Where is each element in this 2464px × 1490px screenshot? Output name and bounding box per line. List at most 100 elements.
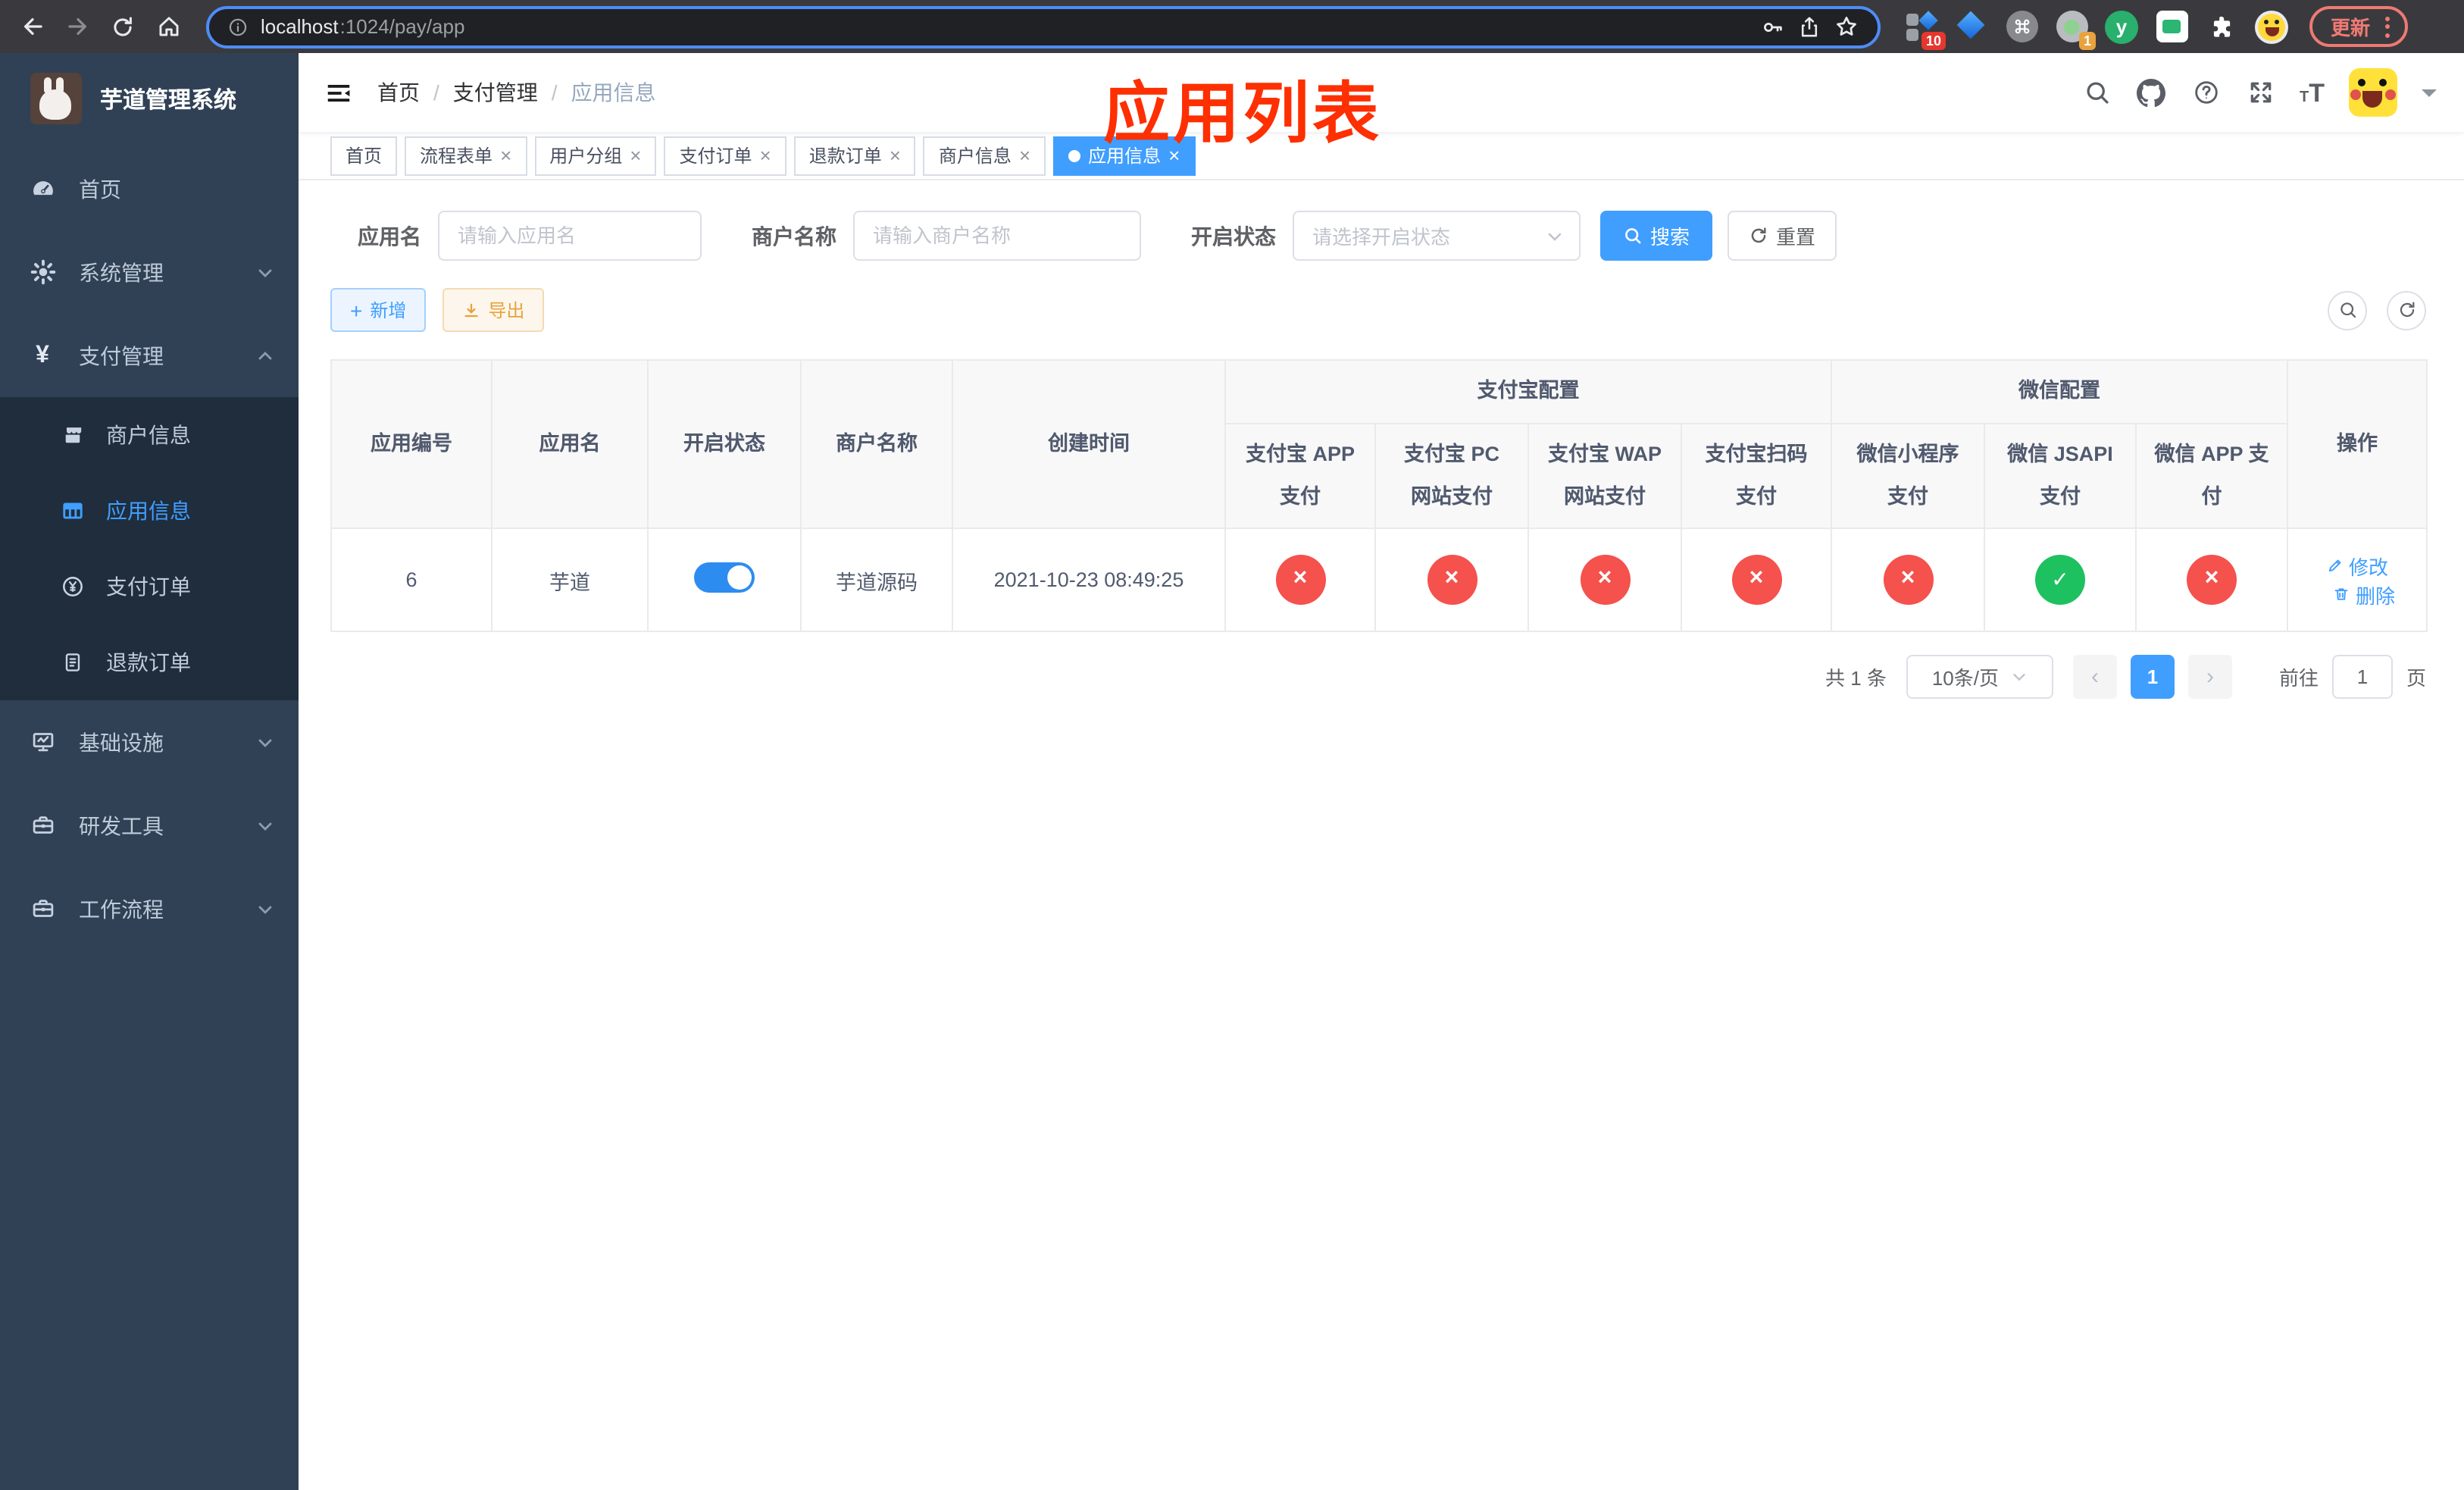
breadcrumb-payment[interactable]: 支付管理	[453, 77, 538, 108]
total-count: 共 1 条	[1825, 667, 1887, 690]
chevron-up-icon	[256, 346, 274, 365]
close-icon[interactable]: ×	[1019, 146, 1030, 165]
merchant-name-input[interactable]	[853, 211, 1141, 261]
close-icon[interactable]: ×	[630, 146, 641, 165]
dashboard-icon	[29, 176, 56, 202]
share-icon[interactable]	[1797, 14, 1821, 39]
close-icon[interactable]: ×	[890, 146, 901, 165]
user-avatar[interactable]	[2349, 68, 2397, 117]
refresh-table-button[interactable]	[2387, 290, 2426, 330]
edit-link[interactable]: 修改	[2326, 551, 2388, 580]
fullscreen-icon[interactable]	[2245, 77, 2275, 108]
merchant-name-label: 商户名称	[752, 224, 836, 248]
extensions-puzzle-icon[interactable]	[2205, 10, 2238, 43]
avatar-caret-down-icon[interactable]	[2422, 89, 2437, 104]
search-button[interactable]: 搜索	[1600, 211, 1713, 261]
tag-pay-order[interactable]: 支付订单 ×	[664, 136, 786, 175]
next-page-button[interactable]: ›	[2187, 655, 2232, 699]
tag-process-form[interactable]: 流程表单 ×	[405, 136, 527, 175]
sidebar-item-dev-tools[interactable]: 研发工具	[0, 784, 299, 867]
search-icon[interactable]	[2081, 77, 2112, 108]
extension-recorder-icon[interactable]: 1	[2055, 10, 2096, 49]
sidebar-item-home[interactable]: 首页	[0, 147, 299, 230]
shop-icon	[59, 423, 85, 447]
screen: localhost:1024/pay/app 10 1 y 更新 芋道管理系统…	[0, 0, 2464, 1490]
extension-chat-icon[interactable]	[2155, 10, 2188, 43]
font-size-icon[interactable]: TT	[2300, 80, 2325, 105]
browser-home-button[interactable]	[149, 7, 188, 46]
close-icon[interactable]: ×	[500, 146, 511, 165]
sidebar-item-refund-orders[interactable]: 退款订单	[0, 624, 299, 700]
config-status-icon	[1427, 555, 1477, 605]
goto-page-input[interactable]	[2331, 655, 2393, 699]
col-created: 创建时间	[953, 361, 1226, 529]
col-app-id: 应用编号	[332, 361, 492, 529]
page-size-select[interactable]: 10条/页	[1906, 655, 2053, 699]
chevron-down-icon	[256, 816, 274, 834]
address-bar[interactable]: localhost:1024/pay/app	[206, 5, 1881, 48]
col-wechat-mini: 微信小程序支付	[1832, 424, 1985, 529]
app-name-input[interactable]	[438, 211, 702, 261]
delete-link[interactable]: 删除	[2333, 580, 2395, 609]
github-icon[interactable]	[2136, 77, 2166, 108]
browser-forward-button[interactable]	[58, 7, 97, 46]
monitor-chart-icon	[29, 729, 56, 755]
tag-home[interactable]: 首页	[330, 136, 398, 175]
col-wechat-jsapi: 微信 JSAPI 支付	[1985, 424, 2137, 529]
browser-update-menu-button[interactable]: 更新	[2309, 6, 2409, 47]
top-navbar: 首页 / 支付管理 / 应用信息 T T	[299, 53, 2464, 132]
add-button[interactable]: + 新增	[330, 288, 427, 332]
cell-app-name: 芋道	[492, 529, 649, 632]
tag-merchant-info[interactable]: 商户信息 ×	[923, 136, 1046, 175]
extension-kite-icon[interactable]	[1955, 10, 1988, 43]
cell-wechat-mini	[1832, 529, 1985, 632]
sidebar-item-workflow[interactable]: 工作流程	[0, 867, 299, 950]
sidebar-logo-row[interactable]: 芋道管理系统	[0, 62, 299, 135]
config-status-icon	[2187, 555, 2237, 605]
sidebar-item-infrastructure[interactable]: 基础设施	[0, 700, 299, 784]
tag-app-info-active[interactable]: 应用信息 ×	[1053, 136, 1196, 175]
app-table: 应用编号 应用名 开启状态 商户名称 创建时间 支付宝配置 微信配置 操作 支付…	[330, 359, 2428, 632]
toolbox-icon	[29, 812, 56, 838]
page-number-current[interactable]: 1	[2130, 655, 2175, 699]
status-toggle[interactable]	[694, 562, 755, 593]
browser-profile-avatar[interactable]	[2255, 10, 2288, 43]
sidebar-item-pay-orders[interactable]: 支付订单	[0, 549, 299, 624]
sidebar-fold-icon[interactable]	[324, 78, 353, 107]
export-button[interactable]: 导出	[442, 288, 545, 332]
document-icon	[59, 650, 85, 675]
password-key-icon[interactable]	[1761, 14, 1785, 39]
browser-reload-button[interactable]	[103, 7, 142, 46]
extension-y-icon[interactable]: y	[2105, 10, 2138, 43]
sidebar-item-label: 支付管理	[79, 343, 164, 368]
prev-page-button[interactable]: ‹	[2072, 655, 2117, 699]
sidebar-item-merchant-info[interactable]: 商户信息	[0, 397, 299, 473]
col-group-alipay: 支付宝配置	[1226, 361, 1832, 424]
cell-alipay-wap	[1529, 529, 1682, 632]
close-icon[interactable]: ×	[1168, 146, 1180, 165]
browser-back-button[interactable]	[12, 7, 52, 46]
chevron-down-icon	[2011, 668, 2028, 685]
sidebar-item-system[interactable]: 系统管理	[0, 230, 299, 314]
close-icon[interactable]: ×	[760, 146, 771, 165]
download-icon	[464, 302, 478, 317]
cell-alipay-pc	[1376, 529, 1529, 632]
extension-tampermonkey-icon[interactable]: 10	[1905, 10, 1946, 49]
tag-refund-order[interactable]: 退款订单 ×	[793, 136, 916, 175]
col-wechat-app: 微信 APP 支付	[2137, 424, 2288, 529]
col-group-wechat: 微信配置	[1832, 361, 2288, 424]
breadcrumb-home[interactable]: 首页	[377, 77, 420, 108]
tag-user-group[interactable]: 用户分组 ×	[534, 136, 657, 175]
sidebar-item-payment[interactable]: ¥ 支付管理	[0, 314, 299, 397]
help-icon[interactable]	[2190, 77, 2221, 108]
reset-button[interactable]: 重置	[1728, 211, 1837, 261]
app-title: 芋道管理系统	[100, 87, 237, 113]
extension-command-icon[interactable]	[2005, 10, 2038, 43]
status-select[interactable]: 请选择开启状态	[1293, 211, 1581, 261]
cell-app-id: 6	[332, 529, 492, 632]
sidebar-item-label: 基础设施	[79, 730, 164, 754]
hide-search-button[interactable]	[2328, 290, 2367, 330]
sidebar-item-app-info[interactable]: 应用信息	[0, 473, 299, 549]
bookmark-star-icon[interactable]	[1834, 14, 1859, 39]
browser-toolbar: localhost:1024/pay/app 10 1 y 更新	[0, 0, 2464, 53]
